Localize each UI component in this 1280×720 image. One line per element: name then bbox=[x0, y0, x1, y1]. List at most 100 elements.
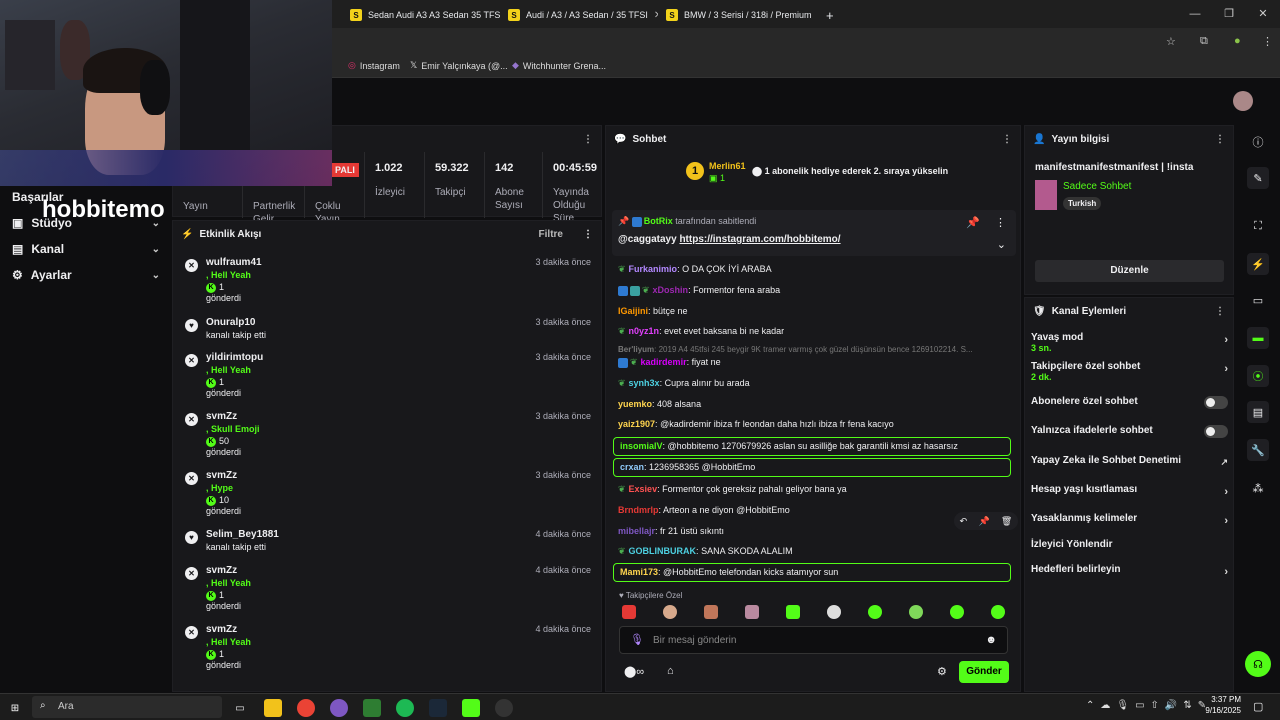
file-explorer-icon[interactable] bbox=[264, 699, 282, 717]
channel-action-item[interactable]: Hedefleri belirleyin › bbox=[1031, 564, 1228, 578]
chat-username[interactable]: Furkanimio bbox=[629, 264, 678, 274]
chat-username[interactable]: IGaijini bbox=[618, 306, 648, 316]
chat-message[interactable]: Brndmrlp: Arteon a ne diyon @HobbitEmo bbox=[618, 505, 1013, 515]
emote-icon[interactable] bbox=[663, 605, 677, 619]
broadcast-icon[interactable]: ⦿ bbox=[1247, 365, 1269, 387]
chat-username[interactable]: xDoshin bbox=[653, 285, 689, 295]
channel-action-item[interactable]: Yalnızca ifadelerle sohbet bbox=[1031, 425, 1228, 438]
more-icon[interactable]: ⋮ bbox=[1002, 134, 1012, 145]
emote-icon[interactable] bbox=[827, 605, 841, 619]
chat-username[interactable]: synh3x bbox=[629, 378, 660, 388]
windows-start-icon[interactable]: ⊞ bbox=[6, 699, 24, 717]
restore-icon[interactable]: ❐ bbox=[1212, 0, 1246, 28]
steam-icon[interactable] bbox=[429, 699, 447, 717]
more-icon[interactable]: ⋮ bbox=[995, 216, 1006, 229]
chevron-down-icon[interactable]: ⌄ bbox=[997, 238, 1006, 251]
emote-icon[interactable] bbox=[786, 605, 800, 619]
activity-username[interactable]: svmZz bbox=[206, 470, 237, 481]
chat-message[interactable]: ❦ GOBLINBURAK: SANA SKODA ALALIM bbox=[618, 546, 1013, 557]
bookmark-witchhunter[interactable]: ◆ Witchhunter Grena... bbox=[512, 60, 606, 71]
pinned-link[interactable]: https://instagram.com/hobbitemo/ bbox=[679, 234, 840, 245]
profile-icon[interactable]: ● bbox=[1234, 35, 1241, 47]
channel-action-item[interactable]: Yavaş mod 3 sn. › bbox=[1031, 332, 1228, 353]
chat-message[interactable]: ❦ xDoshin: Formentor fena araba bbox=[618, 285, 1013, 296]
wrench-icon[interactable]: 🔧 bbox=[1247, 439, 1269, 461]
chat-icon[interactable]: ▬ bbox=[1247, 327, 1269, 349]
channel-action-item[interactable]: Takipçilere özel sohbet 2 dk. › bbox=[1031, 361, 1228, 382]
chat-username[interactable]: insomialV bbox=[620, 441, 663, 451]
chat-input[interactable]: 🎙 Bir mesaj gönderin ☻ bbox=[619, 626, 1008, 654]
more-icon[interactable]: ⋮ bbox=[583, 229, 593, 240]
bookmark-x[interactable]: 𝕏 Emir Yalçınkaya (@... bbox=[410, 60, 508, 71]
browser-tab-1[interactable]: SSedan Audi A3 A3 Sedan 35 TFSI✕ bbox=[342, 4, 500, 26]
activity-username[interactable]: svmZz bbox=[206, 565, 237, 576]
browser-tab-2[interactable]: SAudi / A3 / A3 Sedan / 35 TFSI✕ bbox=[500, 4, 658, 26]
toggle-switch[interactable] bbox=[1204, 396, 1228, 409]
chrome-icon[interactable] bbox=[297, 699, 315, 717]
filter-button[interactable]: Filtre bbox=[539, 229, 563, 240]
unpin-icon[interactable]: 📌 bbox=[966, 216, 980, 229]
more-icon[interactable]: ⋮ bbox=[1215, 306, 1225, 317]
emote-icon[interactable] bbox=[622, 605, 636, 619]
activity-username[interactable]: Onuralp10 bbox=[206, 317, 255, 328]
chat-message[interactable]: ❦ Exsiev: Formentor çok gereksiz pahalı g… bbox=[618, 484, 1013, 495]
chat-message[interactable]: Mami173: @HobbitEmo telefondan kicks ata… bbox=[613, 563, 1011, 582]
close-window-icon[interactable]: ✕ bbox=[1246, 0, 1280, 28]
menu-icon[interactable]: ⋮ bbox=[1262, 35, 1273, 48]
chat-username[interactable]: Mami173 bbox=[620, 567, 658, 577]
kick-icon[interactable] bbox=[462, 699, 480, 717]
channel-action-item[interactable]: İzleyici Yönlendir bbox=[1031, 539, 1228, 550]
support-icon[interactable]: ☊ bbox=[1245, 651, 1271, 677]
emote-icon[interactable] bbox=[704, 605, 718, 619]
chat-message[interactable]: ❦ kadirdemir: fiyat ne bbox=[618, 357, 1013, 368]
more-icon[interactable]: ⋮ bbox=[583, 134, 593, 145]
document-icon[interactable]: ▭ bbox=[1247, 289, 1269, 311]
channel-action-item[interactable]: Hesap yaşı kısıtlaması › bbox=[1031, 484, 1228, 498]
chat-username[interactable]: yaiz1907 bbox=[618, 419, 655, 429]
star-icon[interactable]: ☆ bbox=[1166, 35, 1176, 48]
new-tab-button[interactable]: + bbox=[818, 4, 838, 26]
chat-message[interactable]: insomialV: @hobbitemo 1270679926 aslan s… bbox=[613, 437, 1011, 456]
chat-message[interactable]: yaiz1907: @kadirdemir ibiza fr leondan d… bbox=[618, 419, 1013, 429]
edit-button[interactable]: Düzenle bbox=[1035, 260, 1224, 282]
activity-username[interactable]: yildirimtopu bbox=[206, 352, 263, 363]
chat-username[interactable]: GOBLINBURAK bbox=[629, 546, 697, 556]
chat-username[interactable]: n0yz1n bbox=[629, 326, 660, 336]
chat-username[interactable]: Ber'liyum bbox=[618, 345, 654, 354]
browser-tab-3[interactable]: SBMW / 3 Serisi / 318i / Premium✕ bbox=[658, 4, 816, 26]
layout-icon[interactable]: ▤ bbox=[1247, 401, 1269, 423]
category-link[interactable]: Sadece Sohbet bbox=[1063, 181, 1131, 192]
emote-icon[interactable] bbox=[868, 605, 882, 619]
notification-icon[interactable]: ▢ bbox=[1253, 700, 1263, 713]
chat-message[interactable]: IGaijini: bütçe ne bbox=[618, 306, 1013, 316]
chat-message[interactable]: ❦ Furkanimio: O DA ÇOK İYİ ARABA bbox=[618, 264, 1013, 275]
emote-icon[interactable] bbox=[950, 605, 964, 619]
nav-ayarlar[interactable]: ⚙ Ayarlar ⌄ bbox=[12, 268, 160, 282]
chat-username[interactable]: kadirdemir bbox=[641, 357, 687, 367]
chat-message[interactable]: yuemko: 408 alsana bbox=[618, 399, 1013, 409]
chat-message[interactable]: mibellajr: fr 21 üstü sıkıntı bbox=[618, 526, 1013, 536]
chat-message[interactable]: crxan: 1236958365 @HobbitEmo bbox=[613, 458, 1011, 477]
send-button[interactable]: Gönder bbox=[959, 661, 1009, 683]
chat-username[interactable]: Exsiev bbox=[629, 484, 658, 494]
xbox-icon[interactable] bbox=[363, 699, 381, 717]
chat-message[interactable]: Ber'liyum: 2019 A4 45tfsi 245 beygir 9K … bbox=[618, 345, 1013, 354]
emote-icon[interactable] bbox=[909, 605, 923, 619]
obs-icon[interactable] bbox=[495, 699, 513, 717]
channel-action-item[interactable]: Abonelere özel sohbet bbox=[1031, 396, 1228, 409]
activity-username[interactable]: svmZz bbox=[206, 411, 237, 422]
points-icon[interactable]: ⬤∞ bbox=[624, 665, 644, 678]
channel-action-item[interactable]: Yapay Zeka ile Sohbet Denetimi ↗ bbox=[1031, 455, 1228, 467]
emoji-icon[interactable]: ☻ bbox=[985, 634, 997, 646]
taskbar-search[interactable]: ⌕ Ara bbox=[32, 696, 222, 718]
chat-username[interactable]: crxan bbox=[620, 462, 644, 472]
activity-username[interactable]: Selim_Bey1881 bbox=[206, 529, 279, 540]
chat-username[interactable]: yuemko bbox=[618, 399, 652, 409]
minimize-icon[interactable]: — bbox=[1178, 0, 1212, 28]
apps-icon[interactable]: ⁂ bbox=[1247, 477, 1269, 499]
tray-icons[interactable]: ⌃☁🎙▭⇧🔊⇅✎ bbox=[1086, 700, 1212, 711]
microphone-icon[interactable]: 🎙 bbox=[630, 633, 644, 646]
edit-icon[interactable]: ✎ bbox=[1247, 167, 1269, 189]
nav-kanal[interactable]: ▤ Kanal ⌄ bbox=[12, 242, 160, 256]
channel-action-item[interactable]: Yasaklanmış kelimeler › bbox=[1031, 513, 1228, 527]
